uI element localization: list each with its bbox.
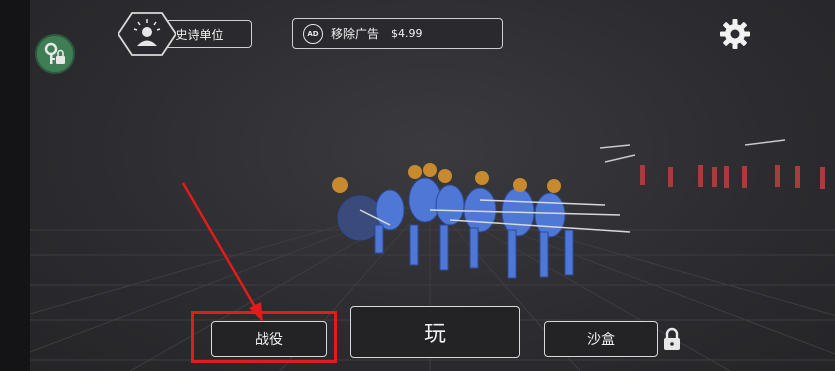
campaign-highlight-box — [191, 311, 337, 363]
play-label: 玩 — [423, 322, 446, 347]
epic-unit-icon — [118, 12, 176, 56]
remove-ads-button[interactable]: AD 移除广告 $4.99 — [292, 18, 503, 49]
no-ads-icon: AD — [303, 23, 323, 44]
ad-badge-text: AD — [307, 29, 319, 38]
epic-units-button[interactable]: 史诗单位 — [118, 11, 254, 56]
play-button[interactable]: 玩 — [350, 306, 520, 358]
key-lock-icon — [44, 42, 65, 64]
blue-army — [337, 177, 574, 279]
remove-ads-price: $4.99 — [391, 27, 423, 40]
remove-ads-label: 移除广告 — [331, 27, 380, 41]
flying-spears — [599, 139, 786, 163]
key-lock-button[interactable] — [35, 34, 75, 74]
sandbox-label: 沙盒 — [587, 332, 615, 348]
sandbox-button[interactable]: 沙盒 — [544, 321, 658, 357]
left-edge-bar — [0, 0, 30, 371]
lock-icon — [664, 327, 680, 350]
epic-units-label: 史诗单位 — [175, 27, 224, 42]
gear-icon[interactable] — [718, 17, 752, 51]
red-army — [640, 165, 825, 189]
